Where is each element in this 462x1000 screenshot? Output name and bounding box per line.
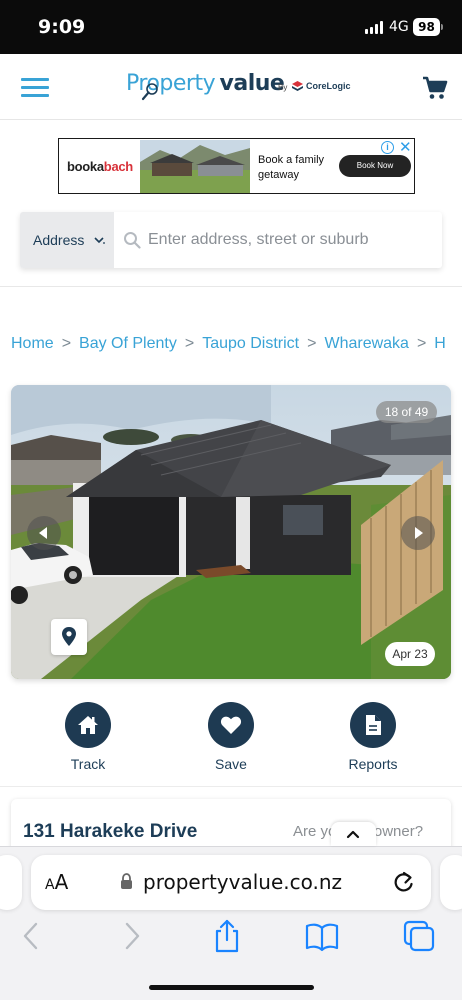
- track-label: Track: [70, 756, 106, 772]
- breadcrumb-suburb[interactable]: Wharewaka: [324, 335, 408, 352]
- heart-icon: [220, 716, 242, 734]
- document-icon: [366, 715, 381, 735]
- share-icon[interactable]: [209, 918, 245, 954]
- battery-level: 98: [413, 18, 440, 36]
- home-icon: [78, 716, 98, 734]
- magnifier-logo-icon: [141, 83, 158, 101]
- track-circle: [65, 702, 111, 748]
- next-tab-preview[interactable]: [440, 855, 462, 910]
- breadcrumb-separator: >: [184, 335, 195, 352]
- chevron-right-icon: [415, 527, 423, 539]
- search-input[interactable]: [148, 224, 432, 256]
- back-arrow-icon[interactable]: [14, 918, 50, 954]
- ad-photo: [140, 140, 250, 193]
- status-time: 9:09: [38, 16, 86, 38]
- ad-info-icon[interactable]: i: [381, 141, 394, 154]
- save-circle: [208, 702, 254, 748]
- lock-icon: [121, 873, 132, 889]
- breadcrumb-region[interactable]: Bay Of Plenty: [79, 335, 177, 352]
- breadcrumb-separator: >: [416, 335, 427, 352]
- breadcrumb-home[interactable]: Home: [11, 335, 54, 352]
- reload-icon[interactable]: [392, 870, 415, 894]
- logo-secondary: value: [219, 71, 285, 96]
- reports-button[interactable]: Reports: [328, 702, 418, 772]
- forward-arrow-icon[interactable]: [113, 918, 149, 954]
- propertyvalue-logo[interactable]: Property value By CoreLogic: [126, 71, 351, 103]
- home-indicator: [149, 985, 314, 990]
- logo-partner: CoreLogic: [306, 81, 351, 91]
- map-view-button[interactable]: [51, 619, 87, 655]
- search-icon: [124, 232, 141, 249]
- search-type-label: Address: [33, 232, 85, 248]
- track-button[interactable]: Track: [43, 702, 133, 772]
- collapse-toolbar-button[interactable]: [331, 822, 376, 846]
- ad-cta-button[interactable]: Book Now: [339, 155, 411, 177]
- ad-headline: Book a family getaway: [258, 154, 325, 181]
- address-bar[interactable]: AA propertyvalue.co.nz: [31, 855, 431, 910]
- search-type-dropdown[interactable]: Address: [20, 212, 114, 268]
- tabs-icon[interactable]: [401, 918, 437, 954]
- previous-tab-preview[interactable]: [0, 855, 22, 910]
- ad-close-icon[interactable]: ✕: [399, 138, 412, 156]
- save-label: Save: [215, 756, 247, 772]
- chevron-down-icon: [94, 237, 105, 244]
- chevron-up-icon: [346, 830, 360, 839]
- network-type: 4G: [389, 19, 409, 35]
- site-header: Property value By CoreLogic: [0, 54, 462, 120]
- logo-primary: Property: [126, 71, 216, 96]
- property-address: 131 Harakeke Drive: [23, 821, 198, 842]
- breadcrumb-separator: >: [307, 335, 317, 352]
- cellular-signal-icon: [365, 21, 385, 34]
- chevron-left-icon: [39, 527, 47, 539]
- breadcrumb-district[interactable]: Taupo District: [202, 335, 299, 352]
- map-pin-icon: [62, 627, 76, 646]
- search-bar: Address: [20, 212, 442, 268]
- breadcrumb-separator: >: [61, 335, 72, 352]
- status-bar: 9:09 4G 98: [0, 0, 462, 54]
- corelogic-mark-icon: [292, 81, 303, 91]
- section-divider: [0, 786, 462, 787]
- breadcrumb-street[interactable]: H: [434, 335, 446, 352]
- photo-counter: 18 of 49: [376, 401, 437, 423]
- ad-brand: bookabach: [67, 159, 133, 174]
- battery-icon: [441, 24, 443, 30]
- save-button[interactable]: Save: [186, 702, 276, 772]
- logo-by: By: [278, 83, 288, 92]
- section-divider: [0, 286, 462, 287]
- reports-label: Reports: [348, 756, 398, 772]
- photo-date-badge: Apr 23: [385, 642, 435, 666]
- ad-banner[interactable]: bookabach Book a family getaway Book Now…: [58, 138, 415, 194]
- gallery-next-button[interactable]: [401, 516, 435, 550]
- reports-circle: [350, 702, 396, 748]
- breadcrumb: Home > Bay Of Plenty > Taupo District > Wharew…: [11, 335, 446, 353]
- url-text: propertyvalue.co.nz: [143, 870, 343, 894]
- reader-text-size-button[interactable]: AA: [45, 870, 68, 894]
- hamburger-menu-icon[interactable]: [21, 78, 49, 98]
- bookmarks-icon[interactable]: [304, 918, 340, 954]
- photo-gallery[interactable]: 18 of 49 Apr 23: [11, 385, 451, 679]
- gallery-prev-button[interactable]: [27, 516, 61, 550]
- shopping-cart-icon[interactable]: [422, 75, 448, 101]
